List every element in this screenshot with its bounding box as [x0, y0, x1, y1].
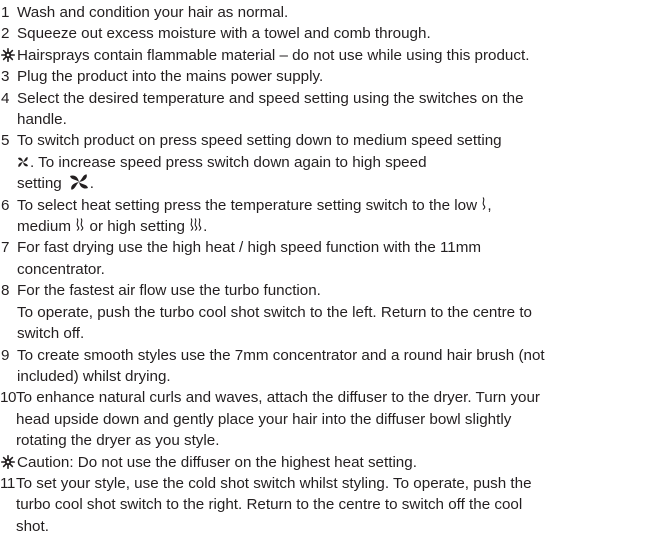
- item-number: 5: [1, 132, 10, 150]
- item-text: setting: [17, 175, 62, 193]
- list-item: 11 To set your style, use the cold shot …: [0, 473, 647, 537]
- fan-high-speed-icon: [68, 173, 90, 191]
- warning-text: Hairsprays contain flammable material – …: [17, 46, 530, 64]
- warning-sun-icon: [1, 47, 15, 62]
- item-text: To operate, push the turbo cool shot swi…: [17, 303, 532, 321]
- heat-medium-icon: [75, 218, 85, 231]
- item-text: To set your style, use the cold shot swi…: [16, 474, 532, 492]
- item-text: turbo cool shot switch to the right. Ret…: [16, 496, 523, 514]
- list-item: 8 For the fastest air flow use the turbo…: [0, 280, 647, 344]
- list-item: 6 To select heat setting press the tempe…: [1, 196, 492, 236]
- item-number: 1: [1, 4, 10, 21]
- fan-medium-speed-icon: [17, 156, 29, 168]
- item-number: 6: [1, 196, 10, 214]
- item-number: 11: [0, 474, 15, 492]
- warning-text: Caution: Do not use the diffuser on the …: [17, 453, 417, 471]
- item-number: 7: [1, 239, 10, 257]
- warning-item: Caution: Do not use the diffuser on the …: [0, 452, 647, 473]
- item-number: 8: [1, 282, 10, 300]
- item-text: switch off.: [17, 325, 85, 343]
- item-text: rotating the dryer as you style.: [16, 432, 220, 450]
- item-text: . To increase speed press switch down ag…: [30, 153, 427, 171]
- heat-low-icon: [481, 196, 487, 210]
- item-text: Squeeze out excess moisture with a towel…: [17, 25, 431, 43]
- item-text: shot.: [16, 517, 49, 535]
- list-item: 7 For fast drying use the high heat / hi…: [0, 237, 647, 280]
- item-text: To select heat setting press the tempera…: [17, 196, 478, 214]
- item-text: medium: [17, 218, 72, 236]
- item-text: .: [203, 218, 208, 236]
- item-text: Select the desired temperature and speed…: [17, 89, 524, 107]
- item-text: To enhance natural curls and waves, atta…: [16, 389, 540, 407]
- item-text: To create smooth styles use the 7mm conc…: [17, 346, 545, 364]
- list-item: 10 To enhance natural curls and waves, a…: [0, 387, 647, 451]
- item-text: Plug the product into the mains power su…: [17, 68, 324, 86]
- item-text: included) whilst drying.: [17, 367, 171, 385]
- item-text: To switch product on press speed setting…: [17, 132, 502, 150]
- item-number: 2: [1, 25, 10, 43]
- list-item: 2 Squeeze out excess moisture with a tow…: [0, 23, 647, 44]
- item-number: 9: [1, 346, 10, 364]
- item-text: concentrator.: [17, 260, 105, 278]
- item-text: Wash and condition your hair as normal.: [17, 4, 289, 21]
- item-number: 10: [0, 389, 16, 407]
- warning-sun-icon: [1, 454, 15, 469]
- item-text: For fast drying use the high heat / high…: [17, 239, 482, 257]
- list-item: 9 To create smooth styles use the 7mm co…: [0, 345, 647, 388]
- item-text: or high setting: [89, 218, 185, 236]
- heat-high-icon: [189, 218, 203, 231]
- warning-item: Hairsprays contain flammable material – …: [0, 45, 647, 66]
- instructions-list: 1 Wash and condition your hair as normal…: [0, 0, 647, 537]
- list-item: 1 Wash and condition your hair as normal…: [0, 2, 647, 23]
- list-item: 5 To switch product on press speed setti…: [0, 130, 647, 194]
- item-number: 4: [1, 89, 10, 107]
- item-text: For the fastest air flow use the turbo f…: [17, 282, 321, 300]
- list-item: 4 Select the desired temperature and spe…: [0, 88, 647, 131]
- item-text: handle.: [17, 111, 67, 129]
- item-number: 3: [1, 68, 10, 86]
- item-text: head upside down and gently place your h…: [16, 410, 512, 428]
- list-item: 3 Plug the product into the mains power …: [0, 66, 647, 87]
